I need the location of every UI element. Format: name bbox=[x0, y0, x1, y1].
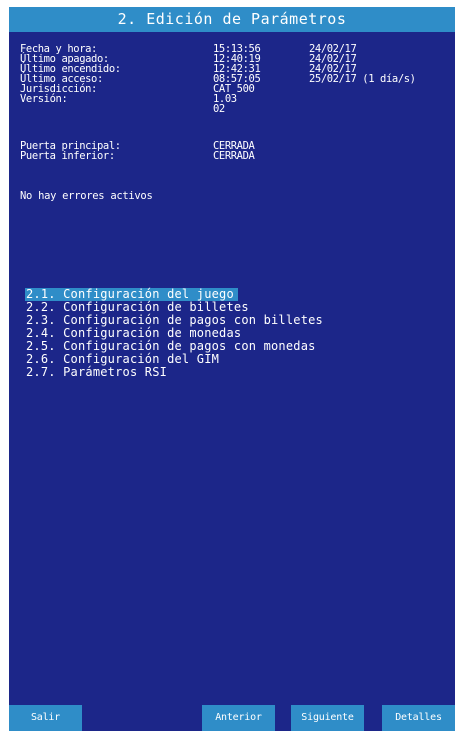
menu-item-parametros-rsi[interactable]: 2.7. Parámetros RSI bbox=[25, 366, 327, 379]
puerta-inferior-label: Puerta inferior: bbox=[20, 150, 115, 162]
footer-bar: Salir Anterior Siguiente Detalles bbox=[9, 705, 455, 731]
siguiente-button[interactable]: Siguiente bbox=[291, 705, 364, 731]
errors-status: No hay errores activos bbox=[20, 190, 153, 202]
page-title: 2. Edición de Parámetros bbox=[9, 7, 455, 32]
version-value-2: 02 bbox=[213, 103, 225, 115]
anterior-button[interactable]: Anterior bbox=[202, 705, 275, 731]
detalles-button[interactable]: Detalles bbox=[382, 705, 455, 731]
parameters-menu: 2.1. Configuración del juego 2.2. Config… bbox=[25, 287, 327, 379]
version-label: Versión: bbox=[20, 93, 68, 105]
ultimo-acceso-date: 25/02/17 (1 día/s) bbox=[309, 73, 416, 85]
salir-button[interactable]: Salir bbox=[9, 705, 82, 731]
screen: 2. Edición de Parámetros Fecha y hora: 1… bbox=[9, 7, 455, 731]
puerta-inferior-value: CERRADA bbox=[213, 150, 255, 162]
